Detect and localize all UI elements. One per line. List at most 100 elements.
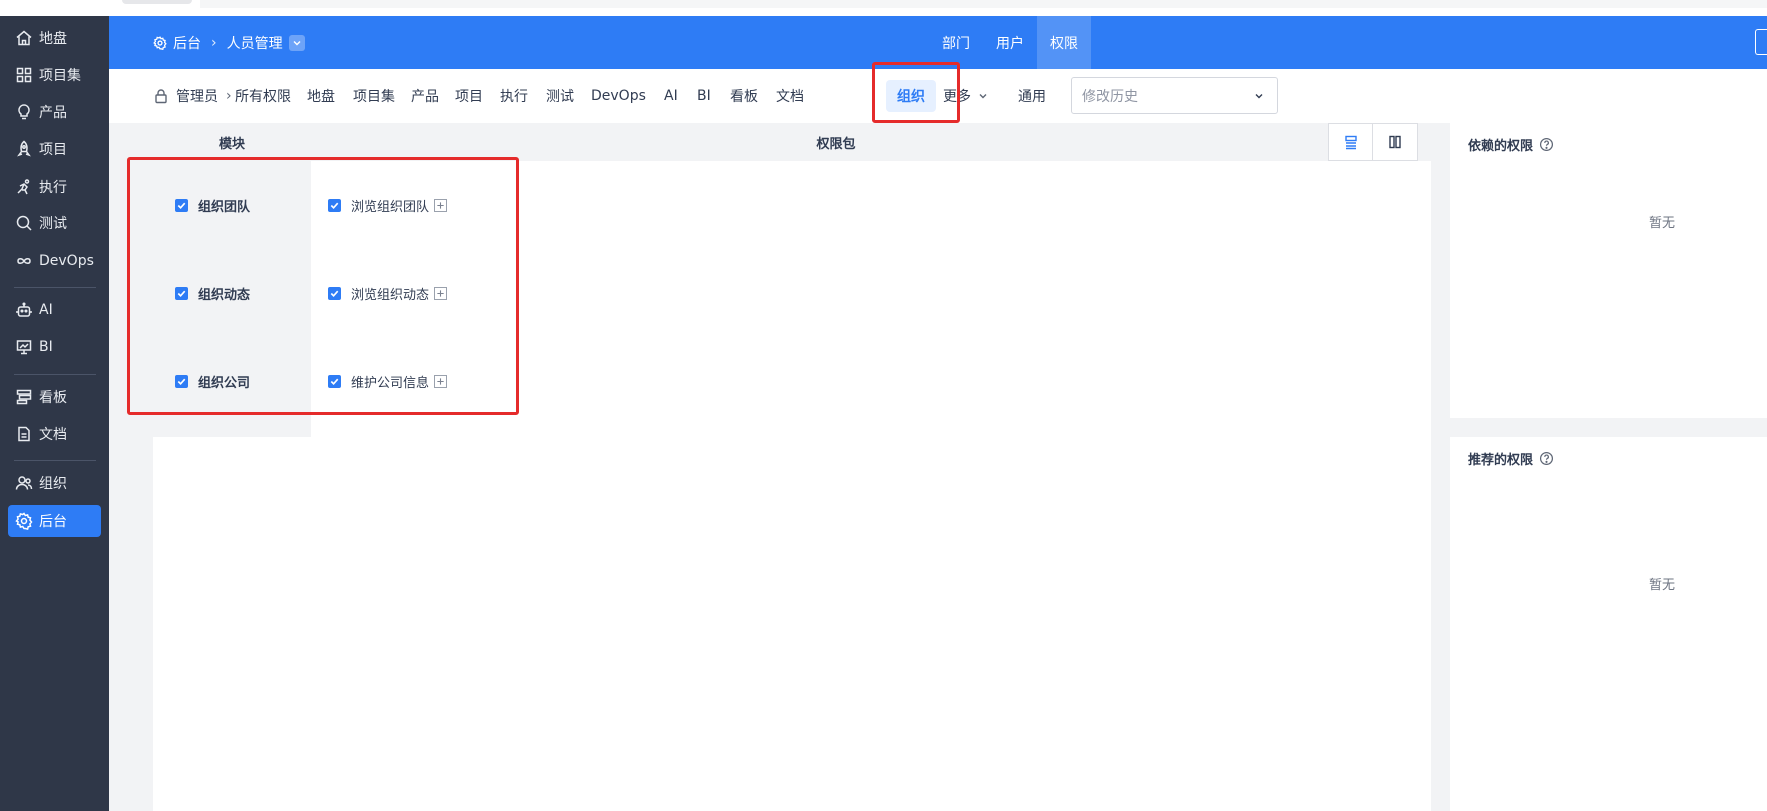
- search-check-icon: [15, 214, 33, 232]
- toolbar-item-all[interactable]: 所有权限: [224, 80, 302, 112]
- sidebar-item-label: 地盘: [39, 31, 67, 47]
- module-label: 组织公司: [198, 375, 251, 391]
- toolbar-item-project[interactable]: 项目: [444, 80, 494, 112]
- table-row: 组织动态 浏览组织动态: [153, 249, 753, 337]
- module-checkbox[interactable]: [175, 374, 188, 388]
- depends-panel-title: 依赖的权限: [1468, 135, 1554, 154]
- sidebar-divider: [14, 287, 96, 288]
- rocket-icon: [15, 140, 33, 158]
- header-tabs: 部门 用户 权限: [929, 16, 1091, 69]
- browser-strip: [0, 0, 1767, 16]
- breadcrumb-current[interactable]: 人员管理: [227, 33, 283, 53]
- column-package: 权限包: [816, 136, 856, 152]
- header: 后台 › 人员管理 部门 用户 权限: [109, 16, 1767, 69]
- tab-user[interactable]: 用户: [983, 16, 1037, 69]
- module-checkbox[interactable]: [175, 198, 188, 212]
- toolbar-item-product[interactable]: 产品: [400, 80, 450, 112]
- sidebar-item-label: 后台: [39, 514, 67, 530]
- toolbar-item-dashboard[interactable]: 地盘: [296, 80, 346, 112]
- plus-icon[interactable]: [434, 374, 448, 388]
- package-checkbox[interactable]: [328, 374, 341, 388]
- check-icon: [177, 202, 186, 209]
- sidebar-item-label: 项目: [39, 142, 67, 158]
- module-cell: 组织动态: [175, 249, 250, 337]
- column-view-button[interactable]: [1373, 123, 1418, 161]
- table-row: 组织团队 浏览组织团队: [153, 161, 753, 249]
- sidebar-divider: [14, 374, 96, 375]
- package-cell: 浏览组织团队: [328, 161, 448, 249]
- toolbar-item-kanban[interactable]: 看板: [719, 80, 769, 112]
- sidebar-item-execution[interactable]: 执行: [8, 171, 101, 203]
- plus-icon[interactable]: [434, 286, 448, 300]
- check-icon: [330, 290, 339, 297]
- sidebar-item-bi[interactable]: BI: [8, 331, 101, 363]
- sidebar-item-project[interactable]: 项目: [8, 133, 101, 165]
- depends-panel: 依赖的权限 暂无: [1450, 123, 1767, 418]
- sidebar-item-kanban[interactable]: 看板: [8, 381, 101, 413]
- toolbar-item-execution[interactable]: 执行: [489, 80, 539, 112]
- sidebar-item-org[interactable]: 组织: [8, 467, 101, 499]
- package-checkbox[interactable]: [328, 286, 341, 300]
- header-action-button[interactable]: [1755, 29, 1767, 55]
- group-selector[interactable]: 管理员 ›: [153, 69, 232, 123]
- sidebar-item-label: 产品: [39, 105, 67, 121]
- browser-address-bar: [200, 0, 1767, 8]
- package-checkbox[interactable]: [328, 198, 341, 212]
- toolbar-item-org[interactable]: 组织: [886, 80, 936, 112]
- sidebar-item-admin[interactable]: 后台: [8, 505, 101, 537]
- chevron-right-icon: ›: [211, 34, 217, 51]
- tab-permission[interactable]: 权限: [1037, 16, 1091, 69]
- view-toggle: [1328, 123, 1418, 161]
- chevron-down-icon: [1255, 94, 1263, 99]
- sidebar-item-label: 测试: [39, 216, 67, 232]
- toolbar-item-program[interactable]: 项目集: [342, 80, 406, 112]
- run-icon: [15, 178, 33, 196]
- list-view-button[interactable]: [1328, 123, 1373, 161]
- column-module: 模块: [218, 136, 245, 152]
- grid-icon: [15, 66, 33, 84]
- sidebar-item-ai[interactable]: AI: [8, 294, 101, 326]
- help-icon[interactable]: [1539, 137, 1554, 152]
- tab-department[interactable]: 部门: [929, 16, 983, 69]
- toolbar-item-devops[interactable]: DevOps: [580, 80, 657, 112]
- package-cell: 维护公司信息: [328, 337, 448, 425]
- toolbar-item-doc[interactable]: 文档: [765, 80, 815, 112]
- recommend-panel: 推荐的权限 暂无: [1450, 437, 1767, 811]
- toolbar-item-test[interactable]: 测试: [535, 80, 585, 112]
- help-icon[interactable]: [1539, 451, 1554, 466]
- infinity-icon: [15, 252, 33, 270]
- recommend-empty-text: 暂无: [1649, 578, 1676, 593]
- toolbar-item-general[interactable]: 通用: [1007, 80, 1057, 112]
- sidebar-item-product[interactable]: 产品: [8, 96, 101, 128]
- panel-title-text: 推荐的权限: [1468, 453, 1534, 468]
- sidebar-item-program[interactable]: 项目集: [8, 59, 101, 91]
- table-row: 组织公司 维护公司信息: [153, 337, 753, 425]
- module-checkbox[interactable]: [175, 286, 188, 300]
- sidebar-item-devops[interactable]: DevOps: [8, 245, 101, 277]
- check-icon: [330, 378, 339, 385]
- browser-tab-edge: [122, 0, 192, 4]
- chart-board-icon: [15, 338, 33, 356]
- toolbar-item-ai[interactable]: AI: [653, 80, 689, 112]
- gear-icon: [15, 512, 33, 530]
- sidebar-item-test[interactable]: 测试: [8, 207, 101, 239]
- document-icon: [15, 425, 33, 443]
- breadcrumb-root[interactable]: 后台: [173, 33, 201, 53]
- check-icon: [330, 202, 339, 209]
- chevron-down-icon: [979, 94, 987, 99]
- sidebar-item-dashboard[interactable]: 地盘: [8, 22, 101, 54]
- check-icon: [177, 378, 186, 385]
- module-cell: 组织公司: [175, 337, 250, 425]
- sidebar-item-doc[interactable]: 文档: [8, 418, 101, 450]
- plus-icon[interactable]: [434, 198, 448, 212]
- depends-empty-text: 暂无: [1649, 216, 1676, 231]
- toolbar-item-more[interactable]: 更多: [932, 80, 1000, 112]
- home-icon: [15, 29, 33, 47]
- check-icon: [177, 290, 186, 297]
- history-select[interactable]: 修改历史: [1071, 77, 1278, 114]
- users-icon: [15, 474, 33, 492]
- toolbar-item-bi[interactable]: BI: [686, 80, 722, 112]
- module-cell: 组织团队: [175, 161, 250, 249]
- chevron-down-icon[interactable]: [288, 34, 305, 51]
- sidebar-divider: [14, 460, 96, 461]
